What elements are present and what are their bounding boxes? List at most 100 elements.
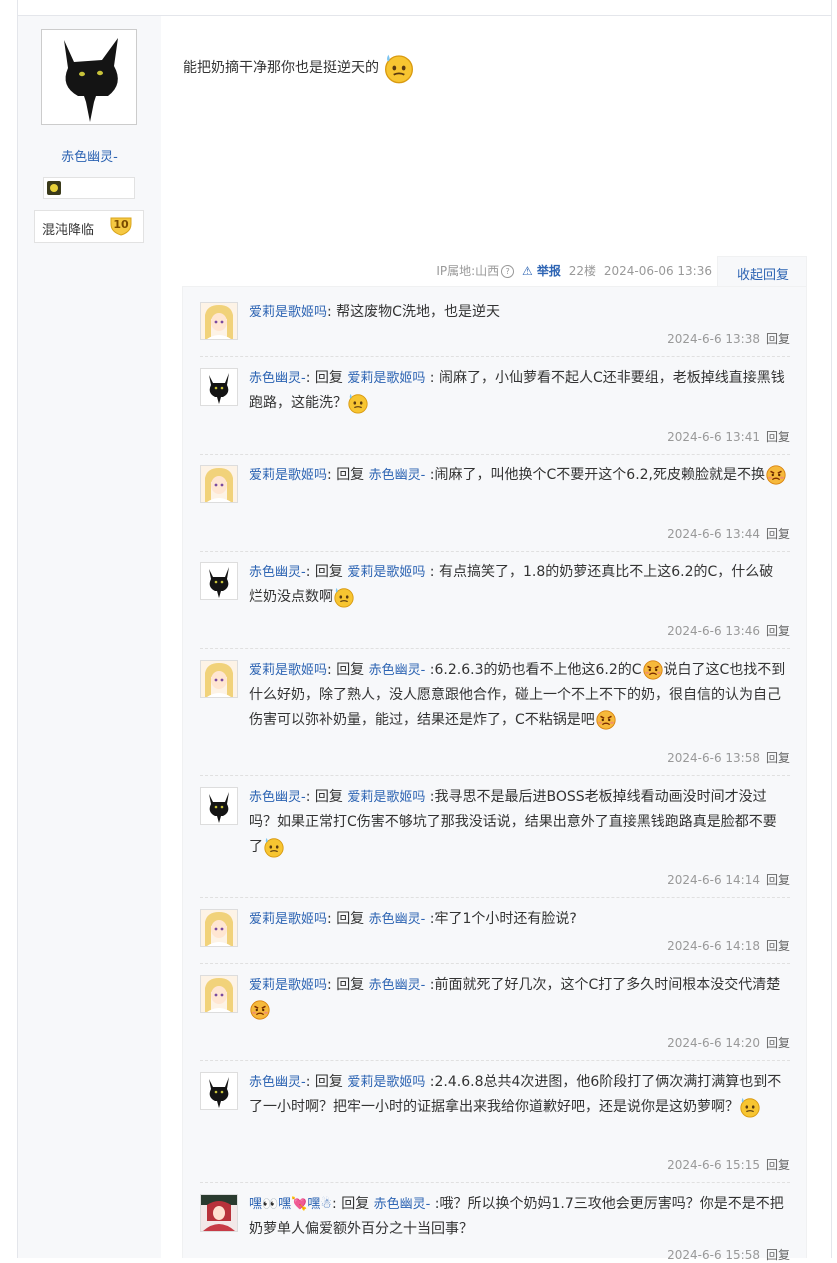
reply-text: :牢了1个小时还有脸说?: [425, 911, 577, 927]
reply-body: 爱莉是歌姬吗: 回复 赤色幽灵- :前面就死了好几次，这个C打了多久时间根本没交…: [249, 973, 790, 1023]
reply-footer: 2024-6-6 15:58 回复: [667, 1246, 790, 1263]
reply-colon: :: [327, 911, 337, 927]
reply-body: 爱莉是歌姬吗: 回复 赤色幽灵- :6.2.6.3的奶也看不上他这6.2的C 说白…: [249, 658, 790, 733]
reply-time: 2024-6-6 13:58: [667, 751, 760, 765]
author-sidebar: [18, 16, 161, 1258]
reply-avatar[interactable]: [200, 660, 238, 698]
reply-text: : 帮这废物C洗地，也是逆天: [327, 304, 500, 320]
girl-avatar-image: [201, 976, 237, 1012]
black-cat-avatar-image: [44, 32, 134, 122]
reply-username[interactable]: 爱莉是歌姬吗: [249, 663, 327, 678]
reply-separator: [200, 897, 790, 898]
reply-label: 回复: [314, 370, 343, 386]
reply-target-user[interactable]: 赤色幽灵-: [374, 1197, 431, 1212]
reply-colon: :: [305, 1074, 315, 1090]
reply-button[interactable]: 回复: [766, 527, 790, 541]
reply-colon: :: [305, 370, 315, 386]
reply-avatar[interactable]: [200, 302, 238, 340]
reply-avatar[interactable]: [200, 975, 238, 1013]
badge-bar: [43, 177, 135, 199]
reply-separator: [200, 356, 790, 357]
reply-target-user[interactable]: 爱莉是歌姬吗: [347, 371, 425, 386]
reply-body: 赤色幽灵-: 回复 爱莉是歌姬吗 : 有点搞笑了，1.8的奶萝还真比不上这6.2…: [249, 560, 790, 610]
reply-target-user[interactable]: 赤色幽灵-: [369, 468, 426, 483]
reply-target-user[interactable]: 爱莉是歌姬吗: [347, 565, 425, 580]
badge-gem-icon[interactable]: [47, 181, 61, 195]
reply-body: 爱莉是歌姬吗: 回复 赤色幽灵- :牢了1个小时还有脸说?: [249, 907, 790, 932]
reply-button[interactable]: 回复: [766, 1158, 790, 1172]
reply-avatar[interactable]: [200, 909, 238, 947]
reply-username[interactable]: 赤色幽灵-: [249, 1075, 306, 1090]
reply-label: 回复: [314, 789, 343, 805]
anime-avatar-image: [201, 1195, 237, 1231]
reply-time: 2024-6-6 15:15: [667, 1158, 760, 1172]
post-text: 能把奶摘干净那你也是挺逆天的: [183, 60, 379, 76]
reply-body: 赤色幽灵-: 回复 爱莉是歌姬吗 :2.4.6.8总共4次进图，他6阶段打了俩次…: [249, 1070, 790, 1120]
reply-separator: [200, 963, 790, 964]
reply-footer: 2024-6-6 14:14 回复: [667, 871, 790, 888]
post-time: 2024-06-06 13:36: [603, 264, 712, 278]
reply-text: :闹麻了，叫他换个C不要开这个6.2,死皮赖脸就是不换: [425, 467, 765, 483]
reply-button[interactable]: 回复: [766, 1036, 790, 1050]
reply-label: 回复: [314, 564, 343, 580]
level-shield-icon: 10: [109, 216, 133, 236]
collapse-replies-link[interactable]: 收起回复: [737, 264, 789, 283]
author-name[interactable]: 赤色幽灵-: [18, 146, 161, 165]
reply-username[interactable]: 赤色幽灵-: [249, 790, 306, 805]
author-avatar[interactable]: [41, 29, 137, 125]
reply-colon: :: [327, 662, 337, 678]
reply-avatar[interactable]: [200, 1072, 238, 1110]
reply-footer: 2024-6-6 13:46 回复: [667, 622, 790, 639]
reply-footer: 2024-6-6 14:20 回复: [667, 1034, 790, 1051]
reply-username[interactable]: 爱莉是歌姬吗: [249, 305, 327, 320]
reply-avatar[interactable]: [200, 465, 238, 503]
reply-username[interactable]: 爱莉是歌姬吗: [249, 912, 327, 927]
sweat-emoji-icon: [263, 836, 285, 858]
reply-text: :6.2.6.3的奶也看不上他这6.2的C: [425, 662, 642, 678]
reply-target-user[interactable]: 赤色幽灵-: [369, 663, 426, 678]
reply-target-user[interactable]: 爱莉是歌姬吗: [347, 790, 425, 805]
reply-avatar[interactable]: [200, 1194, 238, 1232]
girl-avatar-image: [201, 910, 237, 946]
reply-separator: [200, 648, 790, 649]
reply-button[interactable]: 回复: [766, 751, 790, 765]
reply-time: 2024-6-6 13:41: [667, 430, 760, 444]
previous-post-bottom: [17, 0, 832, 16]
angry-emoji-icon: [249, 999, 271, 1021]
level-badge[interactable]: 混沌降临 10: [34, 210, 144, 243]
reply-colon: :: [332, 1196, 342, 1212]
reply-target-user[interactable]: 赤色幽灵-: [369, 912, 426, 927]
reply-button[interactable]: 回复: [766, 873, 790, 887]
collapse-replies-tab[interactable]: 收起回复: [717, 256, 807, 286]
reply-username[interactable]: 嘿👀嘿💘嘿☃: [249, 1197, 332, 1212]
reply-footer: 2024-6-6 14:18 回复: [667, 937, 790, 954]
girl-avatar-image: [201, 466, 237, 502]
reply-avatar[interactable]: [200, 368, 238, 406]
reply-button[interactable]: 回复: [766, 332, 790, 346]
reply-avatar[interactable]: [200, 787, 238, 825]
reply-target-user[interactable]: 爱莉是歌姬吗: [347, 1075, 425, 1090]
girl-avatar-image: [201, 661, 237, 697]
reply-button[interactable]: 回复: [766, 430, 790, 444]
angry-emoji-icon: [595, 709, 617, 731]
reply-footer: 2024-6-6 13:44 回复: [667, 525, 790, 542]
ip-location: IP属地:山西: [436, 264, 500, 278]
report-link[interactable]: ⚠ 举报: [522, 264, 561, 278]
reply-avatar[interactable]: [200, 562, 238, 600]
reply-username[interactable]: 赤色幽灵-: [249, 565, 306, 580]
reply-username[interactable]: 爱莉是歌姬吗: [249, 468, 327, 483]
reply-target-user[interactable]: 赤色幽灵-: [369, 978, 426, 993]
reply-colon: :: [305, 564, 315, 580]
reply-button[interactable]: 回复: [766, 624, 790, 638]
post-content: 能把奶摘干净那你也是挺逆天的: [183, 52, 415, 84]
cat-avatar-image: [201, 369, 237, 405]
reply-button[interactable]: 回复: [766, 1248, 790, 1262]
reply-time: 2024-6-6 14:14: [667, 873, 760, 887]
reply-username[interactable]: 爱莉是歌姬吗: [249, 978, 327, 993]
help-icon[interactable]: ?: [501, 265, 515, 278]
reply-button[interactable]: 回复: [766, 939, 790, 953]
report-label: 举报: [536, 264, 561, 278]
angry-emoji-icon: [765, 464, 787, 486]
reply-label: 回复: [336, 467, 365, 483]
reply-username[interactable]: 赤色幽灵-: [249, 371, 306, 386]
